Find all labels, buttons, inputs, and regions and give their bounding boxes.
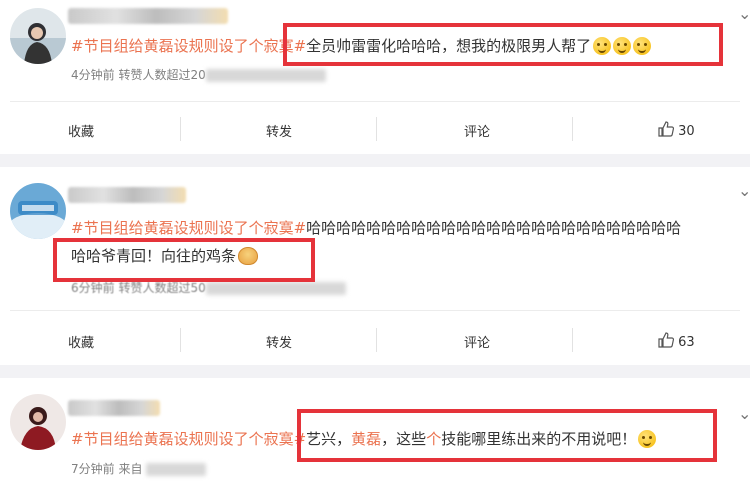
action-separator [572,328,573,352]
username-blurred[interactable] [68,187,186,203]
chevron-down-icon[interactable]: ⌄ [738,183,750,199]
avatar[interactable] [10,394,66,450]
collect-button[interactable]: 收藏 [68,332,94,351]
avatar[interactable] [10,8,66,64]
avatar[interactable] [10,183,66,239]
highlight-box [297,409,717,462]
comment-button[interactable]: 评论 [464,121,490,140]
topic-link[interactable]: #节目组给黄磊设规则设了个寂寞# [71,219,306,237]
post-text-line-1: #节目组给黄磊设规则设了个寂寞#哈哈哈哈哈哈哈哈哈哈哈哈哈哈哈哈哈哈哈哈哈哈哈哈… [71,219,682,237]
divider [10,310,740,311]
divider [10,101,740,102]
highlight-box [53,238,315,282]
repost-button[interactable]: 转发 [266,332,292,351]
post-meta: 7分钟前 来自 [71,460,207,477]
like-count: 30 [678,124,695,139]
like-button[interactable]: 63 [658,332,695,350]
username-blurred[interactable] [68,400,160,416]
action-separator [572,117,573,141]
thumbs-up-icon [658,332,674,348]
action-separator [180,328,181,352]
thumbs-up-icon [658,121,674,137]
repost-button[interactable]: 转发 [266,121,292,140]
chevron-down-icon[interactable]: ⌄ [738,406,750,422]
username-blurred[interactable] [68,8,228,24]
highlight-box [283,23,723,66]
chevron-down-icon[interactable]: ⌄ [738,6,750,22]
action-separator [376,117,377,141]
action-separator [376,328,377,352]
action-separator [180,117,181,141]
topic-link[interactable]: #节目组给黄磊设规则设了个寂寞# [71,430,306,448]
like-count: 63 [678,335,695,350]
like-button[interactable]: 30 [658,121,695,139]
post-meta: 4分钟前 转赞人数超过20 [71,66,326,83]
topic-link[interactable]: #节目组给黄磊设规则设了个寂寞# [71,37,306,55]
comment-button[interactable]: 评论 [464,332,490,351]
collect-button[interactable]: 收藏 [68,121,94,140]
